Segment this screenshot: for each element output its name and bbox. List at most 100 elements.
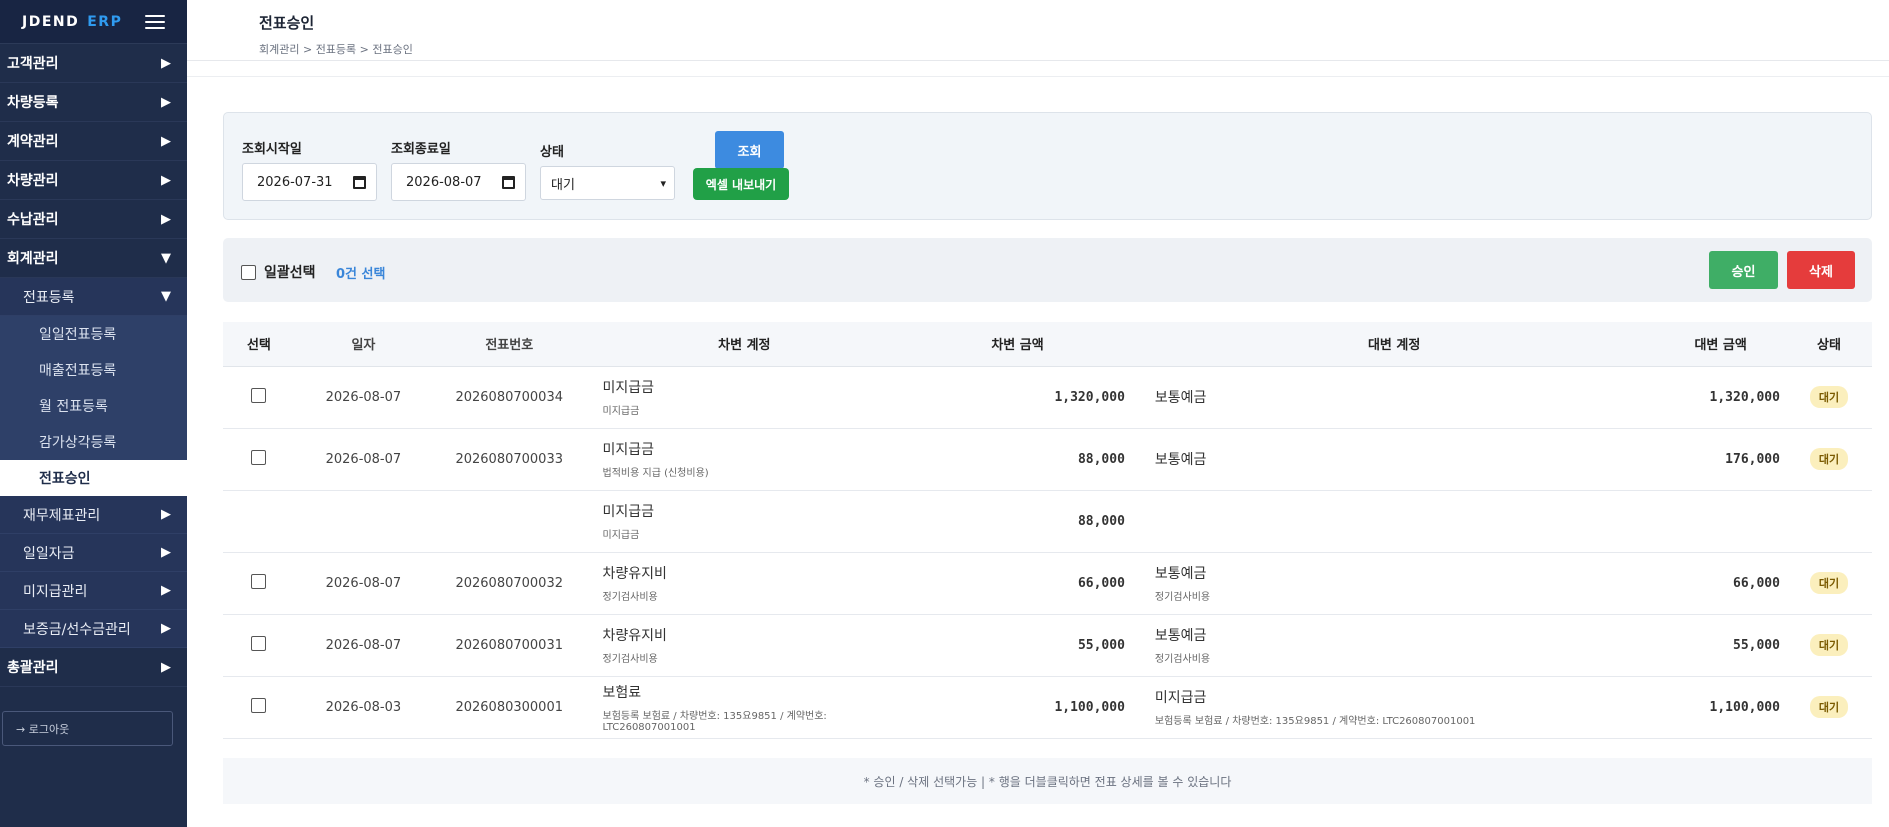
table-row[interactable]: 2026-08-03 2026080300001 보험료 보험등록 보험료 / 차…: [223, 676, 1872, 739]
row-select-cell: [223, 552, 295, 615]
sidebar-item-deposits[interactable]: 보증금/선수금관리 ▶: [0, 610, 187, 648]
bulk-select-checkbox[interactable]: [241, 264, 256, 280]
date-cell: 2026-08-07: [294, 428, 432, 491]
sidebar-item-label: 차량등록: [7, 95, 59, 111]
sidebar-item-sales-voucher[interactable]: 매출전표등록: [0, 352, 187, 388]
sidebar-item-payables[interactable]: 미지급관리 ▶: [0, 572, 187, 610]
sidebar-item-vehicle-registration[interactable]: 차량등록 ▶: [0, 83, 187, 122]
sidebar-item-monthly-voucher[interactable]: 월 전표등록: [0, 388, 187, 424]
status-badge: 대기: [1809, 386, 1849, 408]
page-header: 전표승인 회계관리 > 전표등록 > 전표승인: [187, 0, 1889, 61]
row-select-cell: [223, 366, 295, 429]
row-select-cell: [223, 490, 295, 553]
logout-button[interactable]: → 로그아웃: [2, 711, 173, 746]
app-logo[interactable]: JDEND ERP: [22, 14, 122, 30]
expand-arrow-icon: ▶: [161, 545, 171, 560]
debit-account-cell: 보험료 보험등록 보험료 / 차량번호: 135요9851 / 계약번호: LTC…: [586, 676, 903, 739]
debit-memo: 정기검사비용: [602, 592, 658, 603]
table-row[interactable]: 2026-08-07 2026080700034 미지급금 미지급금 1,320,…: [223, 366, 1872, 429]
sidebar-item-customer[interactable]: 고객관리 ▶: [0, 44, 187, 83]
sidebar-item-depreciation[interactable]: 감가상각등록: [0, 424, 187, 460]
sidebar-item-voucher-registration[interactable]: 전표등록 ▼: [0, 278, 187, 316]
status-badge: 대기: [1809, 572, 1849, 594]
main-content: 전표승인 회계관리 > 전표등록 > 전표승인 조회시작일 2026-07-31…: [187, 0, 1889, 827]
debit-account: 미지급금: [602, 442, 655, 458]
status-cell: 대기: [1785, 552, 1872, 615]
debit-account: 차량유지비: [602, 566, 667, 582]
sidebar-item-vehicle-management[interactable]: 차량관리 ▶: [0, 161, 187, 200]
expand-arrow-icon: ▶: [161, 507, 171, 522]
credit-account-cell: 미지급금 보험등록 보험료 / 차량번호: 135요9851 / 계약번호: LT…: [1132, 676, 1656, 739]
approve-button[interactable]: 승인: [1709, 251, 1778, 289]
debit-amount-cell: 1,320,000: [902, 366, 1133, 429]
start-date-group: 조회시작일 2026-07-31: [242, 138, 377, 201]
start-date-value: 2026-07-31: [257, 174, 333, 190]
date-cell: 2026-08-03: [294, 676, 432, 739]
debit-memo: 정기검사비용: [602, 654, 658, 665]
bulk-select[interactable]: 일괄선택: [241, 262, 316, 282]
row-select-cell: [223, 614, 295, 677]
credit-account-cell: 보통예금: [1132, 366, 1656, 429]
column-header-date: 일자: [294, 322, 432, 367]
credit-amount-cell: [1655, 490, 1786, 553]
table-row[interactable]: 2026-08-07 2026080700031 차량유지비 정기검사비용 55,…: [223, 614, 1872, 677]
voucher-no-cell: 2026080700032: [431, 552, 587, 615]
selected-count: 0건 선택: [336, 267, 386, 282]
calendar-icon[interactable]: [353, 175, 366, 189]
status-cell: 대기: [1785, 366, 1872, 429]
debit-amount-cell: 88,000: [902, 490, 1133, 553]
sidebar-item-daily-voucher[interactable]: 일일전표등록: [0, 316, 187, 352]
start-date-input[interactable]: 2026-07-31: [242, 163, 377, 201]
search-button[interactable]: 조회: [715, 131, 784, 169]
sidebar-item-label: 일일자금: [23, 545, 75, 562]
end-date-input[interactable]: 2026-08-07: [391, 163, 526, 201]
status-select-value: 대기: [551, 177, 575, 193]
expand-arrow-icon: ▶: [161, 94, 171, 110]
sidebar-item-general[interactable]: 총괄관리 ▶: [0, 648, 187, 687]
hamburger-menu-icon[interactable]: [145, 14, 165, 29]
voucher-no-cell: 2026080700034: [431, 366, 587, 429]
debit-amount-cell: 1,100,000: [902, 676, 1133, 739]
sidebar-item-payment[interactable]: 수납관리 ▶: [0, 200, 187, 239]
row-checkbox[interactable]: [251, 449, 267, 465]
sidebar-item-voucher-approval[interactable]: 전표승인: [0, 460, 187, 496]
filter-panel: 조회시작일 2026-07-31 조회종료일 2026-08-07 상태 대기 …: [223, 112, 1872, 220]
row-checkbox[interactable]: [251, 387, 267, 403]
date-cell: [294, 490, 432, 553]
calendar-icon[interactable]: [502, 175, 515, 189]
column-header-credit-amount: 대변 금액: [1655, 322, 1786, 367]
logo-text: JDEND: [22, 13, 80, 30]
expand-arrow-icon: ▶: [161, 583, 171, 598]
table-row[interactable]: 2026-08-07 2026080700032 차량유지비정기검사비용 66,…: [223, 552, 1872, 615]
table-row[interactable]: 2026-08-07 2026080700033 미지급금 법적비용 지급 (신청…: [223, 428, 1872, 491]
row-checkbox[interactable]: [251, 697, 267, 713]
status-cell: 대기: [1785, 428, 1872, 491]
sidebar-item-accounting[interactable]: 회계관리 ▼: [0, 239, 187, 278]
credit-account: 보통예금: [1154, 390, 1207, 406]
status-select[interactable]: 대기 ▾: [540, 166, 675, 200]
start-date-label: 조회시작일: [242, 142, 302, 157]
row-checkbox[interactable]: [251, 635, 267, 651]
status-cell: 대기: [1785, 676, 1872, 739]
sidebar-item-daily-funds[interactable]: 일일자금 ▶: [0, 534, 187, 572]
collapse-arrow-icon: ▼: [161, 289, 171, 304]
status-badge: 대기: [1809, 696, 1849, 718]
row-select-cell: [223, 428, 295, 491]
date-cell: 2026-08-07: [294, 552, 432, 615]
sidebar-item-financial-statements[interactable]: 재무제표관리 ▶: [0, 496, 187, 534]
status-badge: 대기: [1809, 448, 1849, 470]
credit-amount-cell: 55,000: [1655, 614, 1786, 677]
column-header-select: 선택: [223, 322, 295, 367]
credit-amount-cell: 66,000: [1655, 552, 1786, 615]
debit-account-cell: 미지급금 미지급금: [586, 490, 903, 553]
debit-account-cell: 미지급금 법적비용 지급 (신청비용): [586, 428, 903, 491]
page-title: 전표승인: [259, 14, 315, 32]
row-checkbox[interactable]: [251, 573, 267, 589]
debit-account: 미지급금: [602, 380, 655, 396]
excel-export-button[interactable]: 엑셀 내보내기: [693, 168, 789, 200]
credit-account: 보통예금: [1154, 566, 1207, 582]
sidebar-item-contract[interactable]: 계약관리 ▶: [0, 122, 187, 161]
table-row-continuation[interactable]: 미지급금 미지급금 88,000: [223, 490, 1872, 553]
end-date-value: 2026-08-07: [406, 174, 482, 190]
delete-button[interactable]: 삭제: [1787, 251, 1855, 289]
